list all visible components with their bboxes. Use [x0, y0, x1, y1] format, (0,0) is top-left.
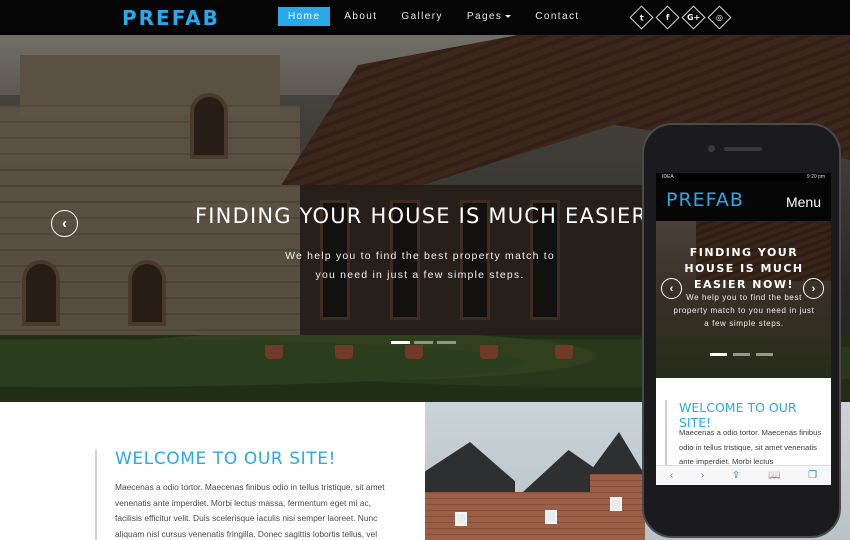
- nav-item-pages-label: Pages: [466, 11, 503, 22]
- mobile-slider-dot[interactable]: [756, 353, 773, 356]
- browser-bookmarks-icon[interactable]: 📖: [768, 470, 780, 481]
- twitter-glyph: t: [639, 12, 644, 22]
- welcome-section: WELCOME TO OUR SITE! Maecenas a odio tor…: [0, 402, 425, 540]
- slider-dot[interactable]: [437, 341, 456, 344]
- browser-toolbar: ‹ › ⇪ 📖 ❐: [656, 465, 831, 485]
- house-window: [455, 512, 467, 526]
- hero-text: We help you to find the best property ma…: [285, 250, 555, 281]
- top-navbar: PREFAB Home About Gallery Pages Contact …: [0, 0, 850, 35]
- mobile-slider-dot[interactable]: [710, 353, 727, 356]
- phone-camera: [708, 145, 715, 152]
- mobile-welcome-body: Maecenas a odio tortor. Maecenas finibus…: [679, 428, 822, 466]
- browser-share-icon[interactable]: ⇪: [732, 470, 740, 481]
- facebook-icon[interactable]: f: [655, 5, 680, 30]
- browser-back-icon[interactable]: ‹: [670, 470, 673, 481]
- nav-item-about[interactable]: About: [334, 7, 387, 26]
- status-time: 9:20 pm: [806, 174, 825, 180]
- main-nav: Home About Gallery Pages Contact: [278, 7, 590, 26]
- phone-mockup: IDEA 9:20 pm PREFAB Menu FINDING YOUR HO…: [642, 123, 841, 538]
- mobile-menu-button[interactable]: Menu: [786, 194, 821, 210]
- browser-tabs-icon[interactable]: ❐: [808, 470, 817, 481]
- nav-item-pages[interactable]: Pages: [457, 7, 521, 26]
- mobile-slider-prev-button[interactable]: ‹: [661, 278, 682, 299]
- site-logo[interactable]: PREFAB: [122, 6, 220, 30]
- phone-speaker: [724, 147, 762, 151]
- dribbble-glyph: ◎: [716, 12, 723, 22]
- slider-dot[interactable]: [391, 341, 410, 344]
- welcome-body: Maecenas a odio tortor. Maecenas finibus…: [115, 482, 385, 539]
- mobile-hero: FINDING YOUR HOUSE IS MUCH EASIER NOW! W…: [656, 221, 831, 378]
- welcome-divider: [95, 450, 97, 540]
- mobile-slider-dot[interactable]: [733, 353, 750, 356]
- dribbble-icon[interactable]: ◎: [707, 5, 732, 30]
- mobile-logo[interactable]: PREFAB: [666, 189, 744, 211]
- twitter-icon[interactable]: t: [629, 5, 654, 30]
- facebook-glyph: f: [665, 12, 670, 22]
- chevron-left-icon: ‹: [669, 282, 674, 295]
- mobile-slider-next-button[interactable]: ›: [803, 278, 824, 299]
- welcome-title: WELCOME TO OUR SITE!: [115, 449, 337, 469]
- nav-item-home[interactable]: Home: [278, 7, 331, 26]
- slider-prev-button[interactable]: ‹: [51, 210, 78, 237]
- slider-dot[interactable]: [414, 341, 433, 344]
- mobile-header: PREFAB Menu: [656, 181, 831, 221]
- mobile-hero-text: We help you to find the best property ma…: [673, 293, 815, 328]
- slider-dots: [391, 341, 456, 344]
- nav-item-contact[interactable]: Contact: [525, 7, 589, 26]
- mobile-welcome-section: WELCOME TO OUR SITE! Maecenas a odio tor…: [656, 378, 831, 480]
- phone-status-bar: IDEA 9:20 pm: [656, 173, 831, 181]
- browser-forward-icon[interactable]: ›: [701, 470, 704, 481]
- phone-screen: IDEA 9:20 pm PREFAB Menu FINDING YOUR HO…: [656, 173, 831, 485]
- mobile-slider-dots: [710, 353, 773, 356]
- mobile-hero-title: FINDING YOUR HOUSE IS MUCH EASIER NOW!: [684, 246, 804, 291]
- social-links: t f G+ ◎: [629, 5, 732, 30]
- caret-down-icon: [505, 14, 512, 18]
- house-window: [610, 497, 622, 511]
- chevron-left-icon: ‹: [62, 215, 67, 232]
- status-carrier: IDEA: [662, 174, 674, 180]
- house-window: [545, 510, 557, 524]
- nav-item-gallery[interactable]: Gallery: [391, 7, 452, 26]
- chevron-right-icon: ›: [811, 282, 816, 295]
- google-plus-icon[interactable]: G+: [681, 5, 706, 30]
- google-plus-glyph: G+: [686, 13, 701, 22]
